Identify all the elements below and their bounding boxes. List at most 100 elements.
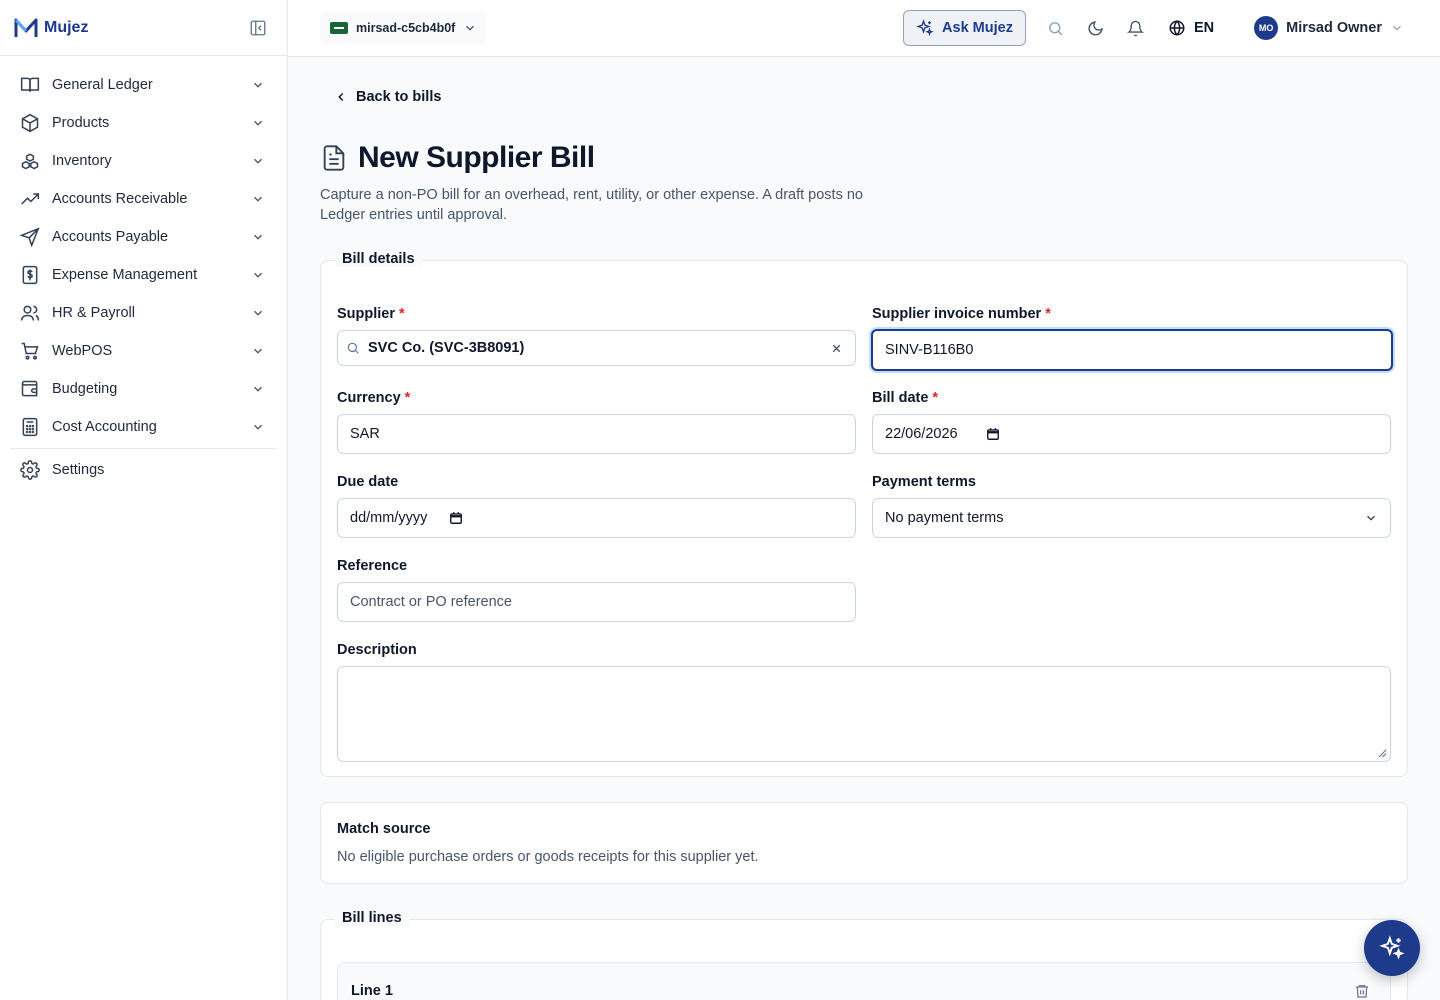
description-textarea[interactable] [337,666,1391,762]
sidebar-item-webpos[interactable]: WebPOS [0,332,287,370]
brand: Mujez [0,0,287,56]
bell-icon[interactable] [1126,18,1146,38]
org-switcher[interactable]: mirsad-c5cb4b0f [320,12,488,44]
moon-icon[interactable] [1086,18,1106,38]
page-header: New Supplier Bill [320,141,595,175]
required-marker: * [404,390,411,406]
supplier-combobox[interactable]: SVC Co. (SVC-3B8091) [337,330,856,366]
payment-terms-value: No payment terms [885,510,1004,526]
search-icon[interactable] [1046,18,1066,38]
supplier-label: Supplier * [337,306,405,322]
chevron-down-icon [1393,25,1401,31]
chevron-down-icon [249,304,267,322]
user-menu[interactable]: MO Mirsad Owner [1254,16,1404,40]
sparkles-icon [1379,935,1405,960]
sidebar-item-label: Accounts Payable [52,229,169,245]
chevron-down-icon [249,76,267,94]
invoice-number-label-text: Supplier invoice number [872,306,1042,322]
required-marker: * [399,306,405,322]
calendar-icon[interactable] [449,511,463,525]
payment-terms-select[interactable]: No payment terms [872,498,1391,538]
sidebar-item-settings[interactable]: Settings [0,451,287,489]
due-date-input[interactable]: dd/mm/yyyy [337,498,856,538]
section-legend: Bill details [335,251,422,267]
chevron-down-icon [1364,511,1378,525]
required-marker: * [1045,306,1051,322]
supplier-label-text: Supplier [337,306,396,322]
section-legend: Bill lines [335,910,409,926]
sidebar-collapse-icon[interactable] [249,19,267,37]
currency-label-text: Currency [337,390,401,406]
payment-terms-label: Payment terms [872,474,976,490]
bill-details-section: Bill details Supplier * SVC Co. (SVC-3B80… [320,251,1408,777]
bill-date-label-text: Bill date [872,390,929,406]
sidebar-item-expense-management[interactable]: Expense Management [0,256,287,294]
users-icon [20,303,40,323]
org-name: mirsad-c5cb4b0f [356,21,456,35]
brand-name: Mujez [44,18,89,36]
sidebar-nav: General Ledger Products Inventory Accoun… [0,56,287,489]
reference-placeholder: Contract or PO reference [350,594,512,610]
sidebar-item-label: HR & Payroll [52,305,135,321]
required-marker: * [932,390,939,406]
file-text-icon [323,145,345,171]
sidebar-item-label: Budgeting [52,381,118,397]
chevron-left-icon [338,92,344,102]
book-open-icon [20,75,40,95]
invoice-number-input[interactable]: SINV-B116B0 [871,329,1393,371]
currency-label: Currency * [337,390,410,406]
due-date-label: Due date [337,474,399,490]
bill-line-card: Line 1 [337,962,1391,1000]
sidebar-item-budgeting[interactable]: Budgeting [0,370,287,408]
gear-icon [20,460,40,480]
reference-label: Reference [337,558,408,574]
wallet-icon [20,379,40,399]
receipt-icon [20,265,40,285]
chevron-down-icon [249,342,267,360]
sidebar-item-cost-accounting[interactable]: Cost Accounting [0,408,287,446]
trending-up-icon [20,189,40,209]
back-to-bills-link[interactable]: Back to bills [334,89,441,105]
language-switcher[interactable]: EN [1168,19,1214,37]
supplier-value: SVC Co. (SVC-3B8091) [368,340,525,356]
ask-mujez-button[interactable]: Ask Mujez [903,10,1026,46]
sidebar-item-label: Settings [52,462,105,478]
chevron-down-icon [249,266,267,284]
sidebar-item-accounts-payable[interactable]: Accounts Payable [0,218,287,256]
page-subtitle: Capture a non-PO bill for an overhead, r… [320,187,863,223]
sidebar-item-general-ledger[interactable]: General Ledger [0,66,287,104]
resize-handle-icon[interactable] [1378,749,1387,758]
currency-value: SAR [350,426,380,442]
ask-mujez-label: Ask Mujez [942,20,1013,36]
calculator-icon [20,417,40,437]
user-name: Mirsad Owner [1286,20,1382,36]
sidebar-item-hr-payroll[interactable]: HR & Payroll [0,294,287,332]
bill-date-value: 22/06/2026 [885,426,958,442]
mujez-logo-icon [14,18,38,37]
assistant-fab-button[interactable] [1364,920,1420,976]
back-label: Back to bills [356,89,442,105]
sidebar-item-accounts-receivable[interactable]: Accounts Receivable [0,180,287,218]
currency-input[interactable]: SAR [337,414,856,454]
avatar: MO [1254,16,1279,40]
reference-input[interactable]: Contract or PO reference [337,582,856,622]
chevron-down-icon [249,114,267,132]
bill-date-input[interactable]: 22/06/2026 [872,414,1391,454]
sidebar-item-inventory[interactable]: Inventory [0,142,287,180]
calendar-icon[interactable] [986,427,1000,441]
chevron-down-icon [249,418,267,436]
bill-date-label: Bill date * [872,390,938,406]
sparkles-icon [916,19,934,36]
line-label: Line 1 [351,983,393,999]
invoice-number-label: Supplier invoice number * [872,306,1051,322]
sidebar-item-label: General Ledger [52,77,153,93]
globe-icon [1169,20,1185,36]
trash-icon[interactable] [1354,983,1370,1000]
sidebar-item-label: Products [52,115,110,131]
chevron-down-icon [249,152,267,170]
clear-icon[interactable] [830,342,843,355]
match-source-message: No eligible purchase orders or goods rec… [337,849,759,865]
sidebar-item-products[interactable]: Products [0,104,287,142]
topbar-actions: Ask Mujez EN MO Mirsad Owner [903,10,1404,46]
sidebar-item-label: Accounts Receivable [52,191,188,207]
